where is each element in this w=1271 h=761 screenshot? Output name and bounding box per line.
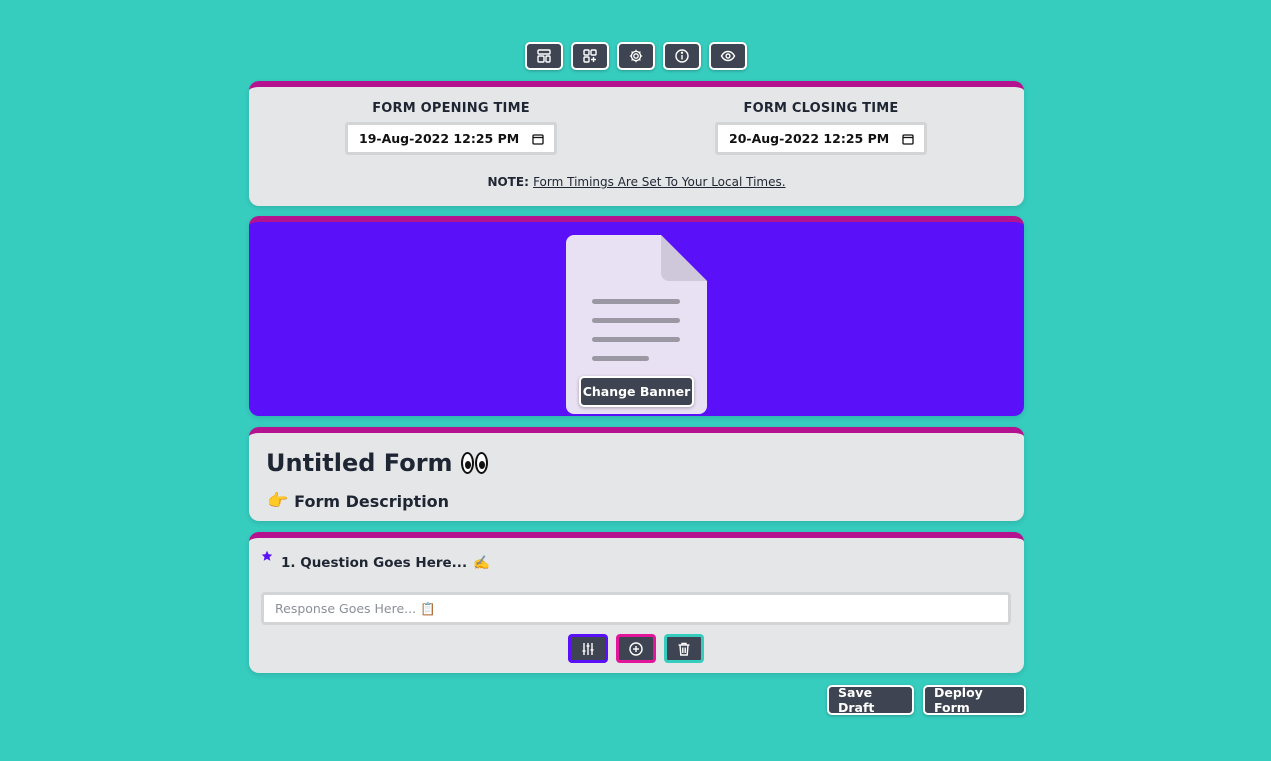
deploy-form-button[interactable]: Deploy Form [923, 685, 1026, 715]
question-text: 1. Question Goes Here... [281, 555, 468, 571]
writing-hand-icon: ✍️ [473, 555, 490, 571]
eye-icon [720, 50, 735, 62]
closing-time-value: 20-Aug-2022 12:25 PM [729, 131, 890, 146]
form-description[interactable]: 👉 Form Description [267, 491, 449, 511]
form-title[interactable]: Untitled Form [266, 449, 488, 477]
form-title-card: Untitled Form 👉 Form Description [249, 427, 1024, 521]
clipboard-icon: 📋 [416, 600, 436, 616]
pointing-hand-icon: 👉 [267, 491, 289, 511]
closing-time-block: FORM CLOSING TIME 20-Aug-2022 12:25 PM [715, 101, 927, 155]
plus-circle-icon [629, 641, 643, 656]
timing-note: NOTE: Form Timings Are Set To Your Local… [249, 175, 1024, 189]
layout-button[interactable] [524, 42, 563, 70]
form-timing-card: FORM OPENING TIME 19-Aug-2022 12:25 PM F… [249, 81, 1024, 206]
note-text: Form Timings Are Set To Your Local Times… [533, 175, 786, 189]
question-label[interactable]: 1. Question Goes Here... ✍️ [281, 555, 490, 571]
opening-time-value: 19-Aug-2022 12:25 PM [359, 131, 520, 146]
trash-icon [678, 642, 690, 656]
form-actions: Save Draft Deploy Form [827, 685, 1026, 715]
form-title-text: Untitled Form [266, 449, 453, 477]
question-settings-button[interactable] [568, 634, 608, 663]
required-star-icon [261, 550, 273, 561]
closing-time-label: FORM CLOSING TIME [743, 101, 899, 116]
calendar-icon[interactable] [902, 133, 914, 145]
question-tools [568, 634, 704, 663]
opening-time-label: FORM OPENING TIME [372, 101, 530, 116]
settings-button[interactable] [616, 42, 655, 70]
response-input[interactable]: Response Goes Here... 📋 [261, 592, 1011, 625]
eyes-icon [460, 452, 488, 474]
top-toolbar [0, 42, 1271, 70]
sliders-icon [582, 642, 594, 655]
save-draft-button[interactable]: Save Draft [827, 685, 914, 715]
closing-time-input[interactable]: 20-Aug-2022 12:25 PM [715, 122, 927, 155]
note-label: NOTE: [487, 175, 529, 189]
layout-icon [536, 49, 551, 63]
banner-card: Change Banner [249, 216, 1024, 416]
add-question-button[interactable] [616, 634, 656, 663]
opening-time-input[interactable]: 19-Aug-2022 12:25 PM [345, 122, 557, 155]
opening-time-block: FORM OPENING TIME 19-Aug-2022 12:25 PM [345, 101, 557, 155]
calendar-icon[interactable] [532, 133, 544, 145]
response-placeholder: Response Goes Here... [275, 601, 417, 616]
info-button[interactable] [662, 42, 701, 70]
add-block-icon [582, 49, 597, 63]
change-banner-button[interactable]: Change Banner [579, 376, 694, 407]
add-block-button[interactable] [570, 42, 609, 70]
info-icon [674, 49, 689, 63]
preview-button[interactable] [708, 42, 747, 70]
gear-icon [629, 49, 642, 63]
question-card: 1. Question Goes Here... ✍️ Response Goe… [249, 532, 1024, 673]
delete-question-button[interactable] [664, 634, 704, 663]
form-description-text: Form Description [294, 491, 450, 511]
